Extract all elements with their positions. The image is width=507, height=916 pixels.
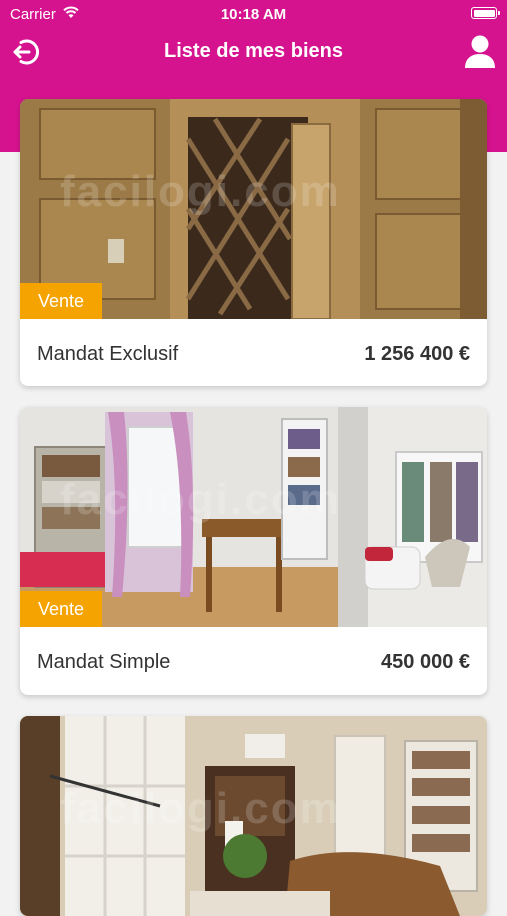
card-footer: Mandat Simple 450 000 € (20, 627, 487, 695)
listing-title: Mandat Simple (37, 651, 171, 673)
status-bar: Carrier 10:18 AM (0, 0, 507, 28)
property-photo: facilogi.com (20, 716, 487, 916)
card-footer: Mandat Exclusif 1 256 400 € (20, 319, 487, 386)
listing-card[interactable]: facilogi.com Vente Mandat Simple 450 000… (20, 407, 487, 695)
profile-button[interactable] (463, 34, 497, 70)
battery-icon (471, 7, 500, 19)
watermark: facilogi.com (60, 475, 341, 524)
watermark: facilogi.com (60, 784, 341, 833)
listing-price: 450 000 € (381, 651, 470, 673)
nav-bar: Liste de mes biens (0, 30, 507, 74)
user-icon (465, 35, 495, 68)
status-badge: Vente (20, 591, 102, 627)
status-time: 10:18 AM (220, 6, 287, 23)
listing-price: 1 256 400 € (364, 343, 470, 365)
page-title: Liste de mes biens (164, 40, 343, 62)
listing-card[interactable]: facilogi.com Vente Mandat Exclusif 1 256… (20, 99, 487, 386)
listing-title: Mandat Exclusif (37, 343, 179, 365)
status-badge: Vente (20, 283, 102, 319)
listing-card[interactable]: facilogi.com (20, 716, 487, 916)
watermark: facilogi.com (60, 167, 341, 216)
